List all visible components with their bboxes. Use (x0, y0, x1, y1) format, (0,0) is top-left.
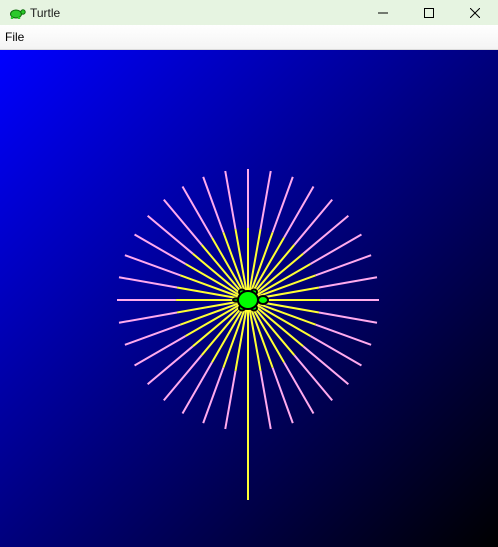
window-controls (360, 0, 498, 25)
ray-outer-segment (318, 311, 378, 324)
ray-outer-segment (224, 370, 237, 430)
ray-outer-segment (293, 354, 333, 401)
ray-outer-segment (181, 186, 213, 239)
ray-outer-segment (134, 335, 187, 367)
turtle-window: Turtle File (0, 0, 498, 547)
ray-outer-segment (293, 199, 333, 246)
ray-outer-segment (315, 254, 372, 277)
ray-outer-segment (163, 199, 203, 246)
menu-bar: File (0, 25, 498, 50)
window-title: Turtle (30, 5, 61, 20)
turtle-head (257, 295, 269, 305)
ray-outer-segment (283, 186, 315, 239)
ray-outer-segment (302, 215, 349, 255)
close-icon (470, 7, 480, 18)
ray-outer-segment (181, 361, 213, 414)
turtle-shell (237, 290, 259, 310)
ray-outer-segment (134, 233, 187, 265)
ray-outer-segment (271, 176, 294, 233)
ray-outer-segment (124, 254, 181, 277)
ray-outer-segment (124, 323, 181, 346)
turtle-icon (7, 3, 27, 23)
drawing-svg (117, 169, 379, 500)
turtle-cursor (232, 288, 269, 312)
ray-outer-segment (202, 367, 225, 424)
maximize-icon (424, 7, 434, 18)
ray-outer-segment (163, 354, 203, 401)
ray-outer-segment (259, 370, 272, 430)
close-button[interactable] (452, 0, 498, 25)
turtle-canvas[interactable] (0, 50, 498, 547)
ray-outer-segment (202, 176, 225, 233)
minimize-icon (378, 12, 388, 13)
maximize-button[interactable] (406, 0, 452, 25)
ray-outer-segment (147, 215, 194, 255)
ray-outer-segment (118, 276, 178, 289)
ray-outer-segment (283, 361, 315, 414)
ray-outer-segment (309, 233, 362, 265)
ray-outer-segment (118, 311, 178, 324)
ray-outer-segment (309, 335, 362, 367)
ray-outer-segment (318, 276, 378, 289)
ray-outer-segment (315, 323, 372, 346)
ray-outer-segment (302, 345, 349, 385)
ray-outer-segment (271, 367, 294, 424)
menu-file[interactable]: File (5, 29, 24, 45)
ray-outer-segment (259, 170, 272, 230)
ray-outer-segment (147, 345, 194, 385)
title-bar[interactable]: Turtle (0, 0, 498, 25)
minimize-button[interactable] (360, 0, 406, 25)
ray-outer-segment (224, 170, 237, 230)
